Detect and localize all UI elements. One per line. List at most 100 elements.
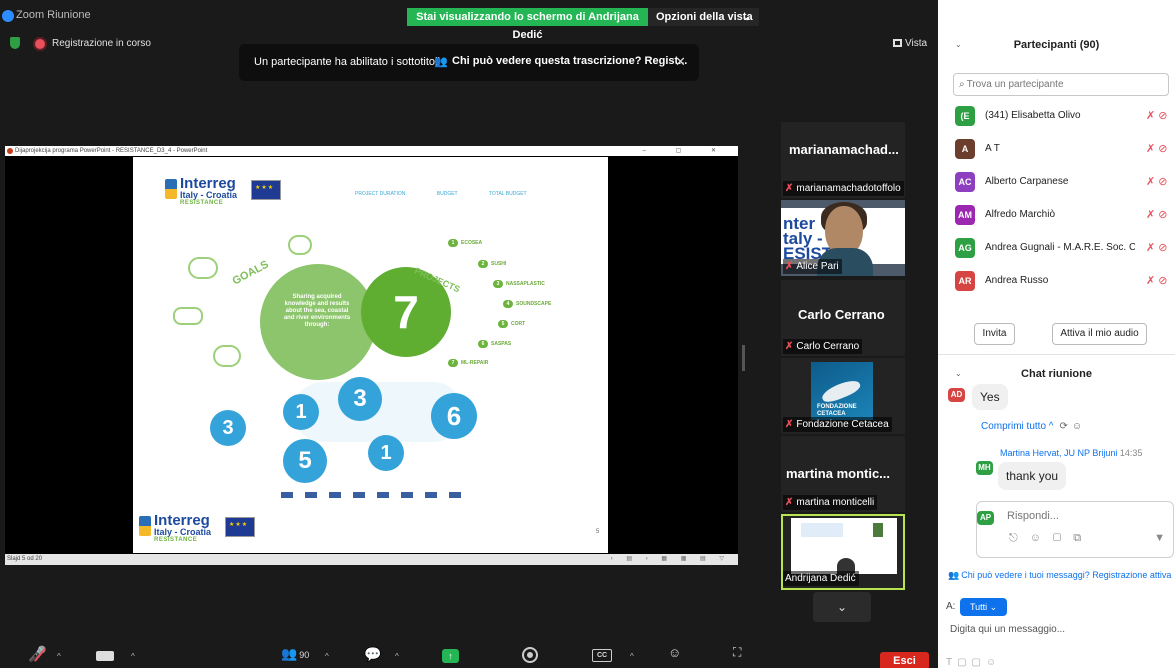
participant-name: A T bbox=[985, 143, 1000, 154]
eu-flag-icon bbox=[225, 517, 255, 537]
video-tile[interactable]: nter taly - C ESIST ✗Alice Pari bbox=[781, 200, 905, 276]
avatar: A bbox=[955, 139, 975, 159]
participants-button[interactable]: 👥 90 bbox=[281, 646, 309, 662]
muted-mic-icon: ✗ bbox=[785, 183, 794, 194]
share-screen-button[interactable]: ↑ bbox=[442, 649, 459, 663]
participant-row[interactable]: AC Alberto Carpanese ✗⊘ bbox=[938, 170, 1175, 194]
video-tile[interactable]: Carlo Cerrano ✗ Carlo Cerrano bbox=[781, 280, 905, 356]
record-button[interactable] bbox=[522, 647, 538, 663]
participant-row[interactable]: AG Andrea Gugnali - M.A.R.E. Soc. C... ✗… bbox=[938, 236, 1175, 260]
collapse-all-link[interactable]: Comprimi tutto ^ ⟳☺ bbox=[981, 421, 1086, 432]
reply-input[interactable]: AP Rispondi... ⎋☺▢⧉ ▼ bbox=[976, 501, 1174, 558]
slide-header-items: PROJECT DURATION BUDGET TOTAL BUDGET bbox=[355, 191, 557, 197]
participant-row[interactable]: AM Alfredo Marchiò ✗⊘ bbox=[938, 203, 1175, 227]
participant-name: Andrea Russo bbox=[985, 275, 1049, 286]
unmute-button[interactable]: 🎤 bbox=[28, 645, 47, 663]
muted-mic-icon: ✗ bbox=[785, 261, 794, 272]
ppt-window-controls: – ▢ ✕ bbox=[642, 148, 730, 154]
participant-row[interactable]: A A T ✗⊘ bbox=[938, 137, 1175, 161]
fullscreen-button[interactable]: ⛶ bbox=[733, 645, 741, 660]
handshake-icon bbox=[213, 345, 241, 367]
split-handle[interactable] bbox=[742, 345, 745, 371]
ppt-status-bar: Slajd 5 od 20 ‹ ▤ › ▦ ▦ ▤ ▽ bbox=[5, 554, 738, 565]
video-tile[interactable]: marianamachad... ✗ marianamachadotoffolo bbox=[781, 122, 905, 198]
collapse-chevron-icon[interactable]: ⌄ bbox=[955, 33, 962, 57]
slide-number: 5 bbox=[596, 529, 600, 535]
video-tile-active-speaker[interactable]: Andrijana Dedić bbox=[781, 514, 905, 590]
reply-tools-icons[interactable]: ⎋☺▢⧉ bbox=[1009, 532, 1093, 545]
activity-number: 1 bbox=[283, 394, 319, 430]
participant-row[interactable]: (E (341) Elisabetta Olivo ✗⊘ bbox=[938, 104, 1175, 128]
reactions-button[interactable]: ☺ bbox=[668, 645, 681, 660]
goal-text: Sharing acquired knowledge and results a… bbox=[283, 294, 351, 328]
message-input[interactable]: Digita qui un messaggio... bbox=[950, 624, 1065, 635]
transcript-visibility-link[interactable]: Chi può vedere questa trascrizione? Regi… bbox=[452, 55, 687, 67]
project-item: 6 SASPAS bbox=[478, 340, 511, 348]
search-icon: ⌕ bbox=[959, 79, 965, 90]
chat-header: ⌄ Chat riunione bbox=[938, 362, 1175, 386]
logo-resistance: RESISTANCE bbox=[154, 537, 198, 543]
chat-button[interactable]: 💬 bbox=[364, 646, 381, 663]
gallery-next-button[interactable]: ⌄ bbox=[813, 592, 871, 622]
chat-message: thank you bbox=[998, 462, 1067, 490]
recipient-select[interactable]: Tutti ⌄ bbox=[960, 598, 1007, 616]
participants-options-button[interactable]: ^ bbox=[325, 652, 329, 661]
participant-search-input[interactable]: ⌕ Trova un partecipante bbox=[953, 73, 1169, 96]
privacy-notice[interactable]: 👥 Chi può vedere i tuoi messaggi? Registr… bbox=[948, 570, 1175, 581]
header-item: BUDGET bbox=[436, 191, 458, 197]
participant-row[interactable]: AR Andrea Russo ✗⊘ bbox=[938, 269, 1175, 293]
project-item: 5 CORT bbox=[498, 320, 525, 328]
slide: Interreg Italy - Croatia RESISTANCE PROJ… bbox=[133, 157, 608, 553]
tile-name: martina montic... bbox=[786, 466, 891, 481]
captions-options-button[interactable]: ^ bbox=[630, 652, 634, 661]
video-options-button[interactable]: ^ bbox=[131, 652, 135, 661]
panel-divider[interactable] bbox=[938, 354, 1175, 355]
ppt-nav-controls[interactable]: ‹ ▤ › ▦ ▦ ▤ ▽ bbox=[611, 554, 730, 565]
project-item: 1 ECOSEA bbox=[448, 239, 482, 247]
activity-number: 1 bbox=[368, 435, 404, 471]
shared-thumbnail bbox=[791, 518, 897, 574]
reply-placeholder: Rispondi... bbox=[1007, 510, 1059, 522]
compose-tools-icons[interactable]: T▢▢☺ bbox=[946, 657, 1001, 668]
zoom-logo-icon bbox=[2, 10, 14, 22]
privacy-text: Chi può vedere i tuoi messaggi? Registra… bbox=[961, 570, 1172, 580]
muted-mic-video-off-icon: ✗⊘ bbox=[1146, 110, 1171, 122]
join-audio-button[interactable]: Attiva il mio audio bbox=[1052, 323, 1147, 345]
participant-name: Alberto Carpanese bbox=[985, 176, 1069, 187]
send-icon[interactable]: ▼ bbox=[1154, 532, 1165, 544]
reply-react-icons[interactable]: ⟳☺ bbox=[1060, 421, 1087, 432]
activity-number: 3 bbox=[210, 410, 246, 446]
view-options-button[interactable]: Opzioni della vista ⌄ bbox=[648, 8, 759, 26]
message-time: 14:35 bbox=[1119, 448, 1143, 458]
captions-button[interactable]: CC bbox=[592, 649, 612, 662]
muted-mic-video-off-icon: ✗⊘ bbox=[1146, 209, 1171, 221]
close-notification-button[interactable]: ✕ bbox=[675, 54, 686, 70]
cetacea-text: FONDAZIONE CETACEA bbox=[817, 404, 857, 417]
caption-notice: Un partecipante ha abilitato i sottotito… bbox=[254, 56, 440, 68]
logo-resistance: RESISTANCE bbox=[180, 200, 224, 206]
audio-options-button[interactable]: ^ bbox=[57, 652, 61, 661]
powerpoint-icon bbox=[7, 148, 13, 154]
collapse-chevron-icon[interactable]: ⌄ bbox=[955, 362, 962, 386]
tile-label: ✗ martina monticelli bbox=[783, 495, 878, 510]
recipient-value: Tutti bbox=[970, 602, 988, 612]
logo-sub: Italy - Croatia bbox=[154, 527, 212, 537]
video-tile[interactable]: martina montic... ✗ martina monticelli bbox=[781, 436, 905, 512]
chat-options-button[interactable]: ^ bbox=[395, 652, 399, 661]
start-video-button[interactable] bbox=[96, 651, 114, 661]
tile-label: ✗ marianamachadotoffolo bbox=[783, 181, 904, 196]
leave-button[interactable]: Esci bbox=[880, 652, 929, 668]
shared-screen: Dijaprojekcija programa PowerPoint - RES… bbox=[5, 146, 738, 565]
security-shield-icon[interactable] bbox=[10, 37, 20, 49]
video-tile[interactable]: FONDAZIONE CETACEA ✗ Fondazione Cetacea bbox=[781, 358, 905, 434]
interreg-logo: Interreg Italy - Croatia RESISTANCE bbox=[165, 175, 295, 211]
participant-name: Andrea Gugnali - M.A.R.E. Soc. C... bbox=[985, 242, 1135, 253]
project-item: 3 NASSAPLASTIC bbox=[493, 280, 545, 288]
avatar: MH bbox=[976, 461, 993, 475]
view-button[interactable]: Vista bbox=[893, 38, 927, 49]
project-item: 7 ML-REPAIR bbox=[448, 359, 488, 367]
recipient-label: A: bbox=[946, 601, 956, 612]
invite-button[interactable]: Invita bbox=[974, 323, 1015, 345]
muted-mic-video-off-icon: ✗⊘ bbox=[1146, 275, 1171, 287]
meeting-icon bbox=[173, 307, 203, 325]
